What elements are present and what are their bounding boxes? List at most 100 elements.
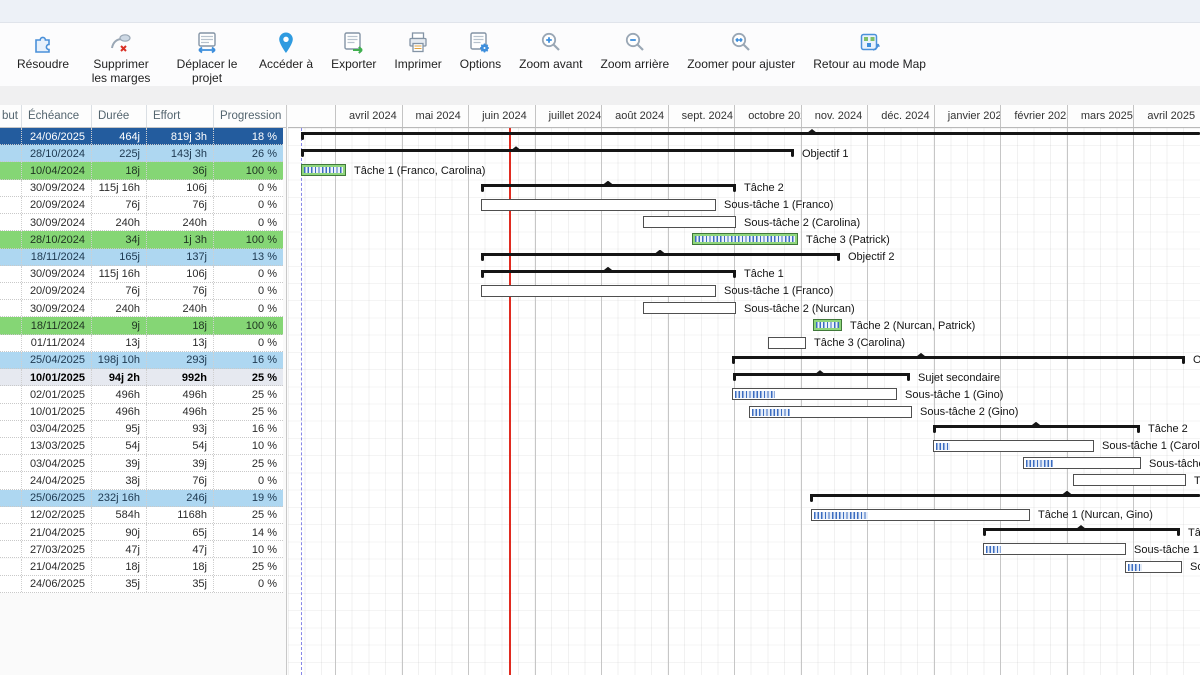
summary-peak-mark: [655, 250, 665, 254]
table-row[interactable]: 12/02/2025584h1168h25 %: [0, 507, 283, 524]
table-row[interactable]: 21/04/202590j65j14 %: [0, 524, 283, 541]
table-row[interactable]: 03/04/202539j39j25 %: [0, 455, 283, 472]
table-row[interactable]: 10/04/202418j36j100 %: [0, 162, 283, 179]
summary-peak-mark: [807, 129, 817, 133]
cell-progression: 0 %: [213, 214, 283, 230]
table-row[interactable]: 10/01/202594j 2h992h25 %: [0, 369, 283, 386]
gantt-bar-label: Sujet secondaire: [918, 372, 1000, 384]
cell-effort: 65j: [146, 524, 213, 540]
exporter-button[interactable]: Exporter: [331, 23, 376, 72]
summary-left-hook: [933, 425, 936, 433]
table-row[interactable]: 03/04/202595j93j16 %: [0, 421, 283, 438]
gantt-bar[interactable]: [768, 337, 806, 349]
cell-echeance: 30/09/2024: [21, 300, 91, 316]
gantt-summary-bar[interactable]: [301, 132, 1200, 135]
cell-echeance: 25/06/2025: [21, 490, 91, 506]
zoomer-pour-ajuster-button[interactable]: Zoomer pour ajuster: [687, 23, 795, 72]
cell-debut: [0, 472, 21, 488]
gantt-bar-complete[interactable]: [301, 164, 346, 176]
column-header-echeance[interactable]: Échéance: [21, 105, 91, 127]
cell-echeance: 24/04/2025: [21, 472, 91, 488]
table-row[interactable]: 28/10/2024225j143j 3h26 %: [0, 145, 283, 162]
cell-echeance: 01/11/2024: [21, 335, 91, 351]
summary-peak-mark: [815, 370, 825, 374]
cell-echeance: 21/04/2025: [21, 559, 91, 575]
complete-hatch-fill: [695, 236, 795, 242]
column-header-progression[interactable]: Progression: [213, 105, 286, 127]
cell-effort: 54j: [146, 438, 213, 454]
button-label: Imprimer: [394, 58, 441, 72]
cell-echeance: 28/10/2024: [21, 231, 91, 247]
zoom-arriere-button[interactable]: Zoom arrière: [601, 23, 670, 72]
gantt-bar[interactable]: [643, 302, 736, 314]
column-header-effort[interactable]: Effort: [146, 105, 213, 127]
cell-effort: 35j: [146, 576, 213, 592]
gantt-bar[interactable]: [732, 388, 897, 400]
table-row[interactable]: 24/06/2025464j819j 3h18 %: [0, 128, 283, 145]
gantt-summary-bar[interactable]: [810, 494, 1200, 497]
table-row[interactable]: 25/06/2025232j 16h246j19 %: [0, 490, 283, 507]
table-row[interactable]: 30/09/2024115j 16h106j0 %: [0, 266, 283, 283]
zoom-avant-button[interactable]: Zoom avant: [519, 23, 582, 72]
gantt-bar[interactable]: [933, 440, 1094, 452]
summary-peak-mark: [1062, 491, 1072, 495]
gantt-bar[interactable]: [983, 543, 1126, 555]
options-button[interactable]: Options: [460, 23, 501, 72]
imprimer-button[interactable]: Imprimer: [394, 23, 441, 72]
gantt-bar[interactable]: [643, 216, 736, 228]
cell-duree: 76j: [91, 283, 146, 299]
gantt-summary-bar[interactable]: [301, 149, 794, 152]
table-row[interactable]: 18/11/20249j18j100 %: [0, 317, 283, 334]
table-row[interactable]: 30/09/2024240h240h0 %: [0, 300, 283, 317]
supprimer-marges-button[interactable]: Supprimer les marges: [87, 23, 155, 86]
summary-right-hook: [1177, 528, 1180, 536]
cell-effort: 76j: [146, 197, 213, 213]
resoudre-button[interactable]: Résoudre: [17, 23, 69, 72]
table-row[interactable]: 02/01/2025496h496h25 %: [0, 386, 283, 403]
table-row[interactable]: 10/01/2025496h496h25 %: [0, 404, 283, 421]
cell-duree: 54j: [91, 438, 146, 454]
summary-left-hook: [732, 356, 735, 364]
cell-debut: [0, 421, 21, 437]
cell-debut: [0, 559, 21, 575]
gantt-bar[interactable]: [811, 509, 1030, 521]
column-header-duree[interactable]: Durée: [91, 105, 146, 127]
table-row[interactable]: 21/04/202518j18j25 %: [0, 559, 283, 576]
gantt-bar[interactable]: [1023, 457, 1141, 469]
gantt-row: Tâche 2 (Nurcan, Patrick): [288, 317, 1200, 334]
table-row[interactable]: 27/03/202547j47j10 %: [0, 541, 283, 558]
gantt-bar[interactable]: [1125, 561, 1182, 573]
gantt-bar-label: Sous-tâche 2: [1149, 458, 1200, 470]
table-row[interactable]: 28/10/202434j1j 3h100 %: [0, 231, 283, 248]
cell-echeance: 27/03/2025: [21, 541, 91, 557]
column-header-debut[interactable]: but: [0, 105, 21, 127]
gantt-bar-label: Objectif 2: [848, 251, 894, 263]
table-row[interactable]: 30/09/2024115j 16h106j0 %: [0, 180, 283, 197]
acceder-a-button[interactable]: Accéder à: [259, 23, 313, 72]
table-row[interactable]: 24/06/202535j35j0 %: [0, 576, 283, 593]
gantt-bar-label: Tâche 2: [744, 182, 784, 194]
zoom-in-icon: [538, 28, 564, 58]
table-row[interactable]: 01/11/202413j13j0 %: [0, 335, 283, 352]
gantt-bar[interactable]: [481, 285, 716, 297]
cell-echeance: 28/10/2024: [21, 145, 91, 161]
cell-echeance: 02/01/2025: [21, 386, 91, 402]
gantt-bar[interactable]: [1073, 474, 1186, 486]
cell-effort: 1j 3h: [146, 231, 213, 247]
table-row[interactable]: 25/04/2025198j 10h293j16 %: [0, 352, 283, 369]
cell-effort: 39j: [146, 455, 213, 471]
table-row[interactable]: 13/03/202554j54j10 %: [0, 438, 283, 455]
gantt-bar-complete[interactable]: [692, 233, 798, 245]
month-header-cell: juin 2024: [468, 105, 535, 127]
table-row[interactable]: 18/11/2024165j137j13 %: [0, 249, 283, 266]
deplacer-projet-button[interactable]: Déplacer le projet: [173, 23, 241, 86]
table-row[interactable]: 30/09/2024240h240h0 %: [0, 214, 283, 231]
retour-mode-map-button[interactable]: Retour au mode Map: [813, 23, 926, 72]
gantt-bar[interactable]: [749, 406, 912, 418]
gantt-bar[interactable]: [481, 199, 716, 211]
table-row[interactable]: 20/09/202476j76j0 %: [0, 283, 283, 300]
table-row[interactable]: 24/04/202538j76j0 %: [0, 472, 283, 489]
table-row[interactable]: 20/09/202476j76j0 %: [0, 197, 283, 214]
gantt-bar-complete[interactable]: [813, 319, 842, 331]
gantt-summary-bar[interactable]: [732, 356, 1185, 359]
